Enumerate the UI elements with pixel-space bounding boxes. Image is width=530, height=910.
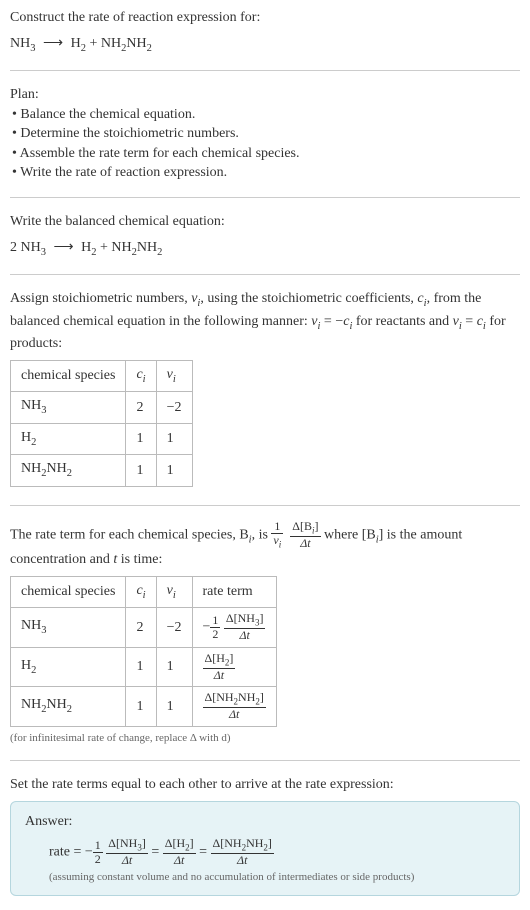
col-species: chemical species [11,360,126,391]
plan-bullet-3: • Assemble the rate term for each chemic… [12,144,520,164]
plan-bullet-4: • Write the rate of reaction expression. [12,163,520,183]
product-nh2nh2: NH2NH2 [111,240,162,255]
answer-box: Answer: rate = −12 Δ[NH3]Δt = Δ[H2]Δt = … [10,801,520,896]
cell-species: H2 [11,647,126,686]
cell-nui: −2 [156,608,192,647]
cell-nui: 1 [156,687,192,726]
cell-ci: 1 [126,647,156,686]
plan-bullet-1: • Balance the chemical equation. [12,105,520,125]
cell-species: NH2NH2 [11,687,126,726]
answer-note: (assuming constant volume and no accumul… [49,870,505,885]
balanced-equation: 2 NH3 ⟶ H2 + NH2NH2 [10,238,520,260]
cell-nui: 1 [156,455,192,486]
col-ci: ci [126,360,156,391]
table-row: H2 1 1 [11,423,193,454]
product-h2: H2 [81,240,96,255]
construct-equation: NH3 ⟶ H2 + NH2NH2 [10,34,520,56]
col-nui: νi [156,576,192,607]
cell-rateterm: Δ[H2]Δt [192,647,276,686]
plus-text: + [96,240,111,255]
cell-species: NH2NH2 [11,455,126,486]
table-row: NH3 2 −2 [11,392,193,423]
reactant-nh3: NH3 [10,36,35,51]
cell-ci: 1 [126,423,156,454]
rateterm-section: The rate term for each chemical species,… [10,520,520,761]
cell-nui: 1 [156,423,192,454]
infinitesimal-note: (for infinitesimal rate of change, repla… [10,731,520,746]
stoich-table: chemical species ci νi NH3 2 −2 H2 1 1 N… [10,360,193,487]
plan-title: Plan: [10,85,520,105]
arrow-icon: ⟶ [43,34,63,54]
cell-ci: 2 [126,392,156,423]
final-section: Set the rate terms equal to each other t… [10,775,520,896]
balanced-section: Write the balanced chemical equation: 2 … [10,212,520,275]
plan-bullet-2: • Determine the stoichiometric numbers. [12,124,520,144]
table-row: H2 1 1 Δ[H2]Δt [11,647,277,686]
cell-species: NH3 [11,608,126,647]
table-row: NH2NH2 1 1 Δ[NH2NH2]Δt [11,687,277,726]
construct-prompt: Construct the rate of reaction expressio… [10,8,520,28]
cell-nui: 1 [156,647,192,686]
cell-rateterm: Δ[NH2NH2]Δt [192,687,276,726]
plan-section: Plan: • Balance the chemical equation. •… [10,85,520,198]
cell-species: H2 [11,423,126,454]
final-prompt: Set the rate terms equal to each other t… [10,775,520,795]
coef-2: 2 [10,240,21,255]
plus-text: + [86,36,101,51]
reactant-nh3: NH3 [21,240,46,255]
table-row: NH2NH2 1 1 [11,455,193,486]
answer-label: Answer: [25,812,505,832]
cell-rateterm: −12 Δ[NH3]Δt [192,608,276,647]
table-header-row: chemical species ci νi rate term [11,576,277,607]
col-ci: ci [126,576,156,607]
table-header-row: chemical species ci νi [11,360,193,391]
fraction-1-over-nui: 1 νi [271,520,283,550]
cell-ci: 1 [126,455,156,486]
col-nui: νi [156,360,192,391]
balanced-prompt: Write the balanced chemical equation: [10,212,520,232]
answer-expression: rate = −12 Δ[NH3]Δt = Δ[H2]Δt = Δ[NH2NH2… [49,837,505,867]
rateterm-table: chemical species ci νi rate term NH3 2 −… [10,576,277,727]
cell-ci: 1 [126,687,156,726]
construct-section: Construct the rate of reaction expressio… [10,8,520,71]
product-nh2nh2: NH2NH2 [101,36,152,51]
fraction-dbi-dt: Δ[Bi] Δt [290,520,320,550]
arrow-icon: ⟶ [53,238,73,258]
cell-nui: −2 [156,392,192,423]
product-h2: H2 [71,36,86,51]
col-species: chemical species [11,576,126,607]
rateterm-text: The rate term for each chemical species,… [10,520,520,570]
rate-label: rate = [49,845,85,860]
col-rateterm: rate term [192,576,276,607]
assign-section: Assign stoichiometric numbers, νi, using… [10,289,520,506]
assign-text: Assign stoichiometric numbers, νi, using… [10,289,520,354]
table-row: NH3 2 −2 −12 Δ[NH3]Δt [11,608,277,647]
cell-species: NH3 [11,392,126,423]
cell-ci: 2 [126,608,156,647]
